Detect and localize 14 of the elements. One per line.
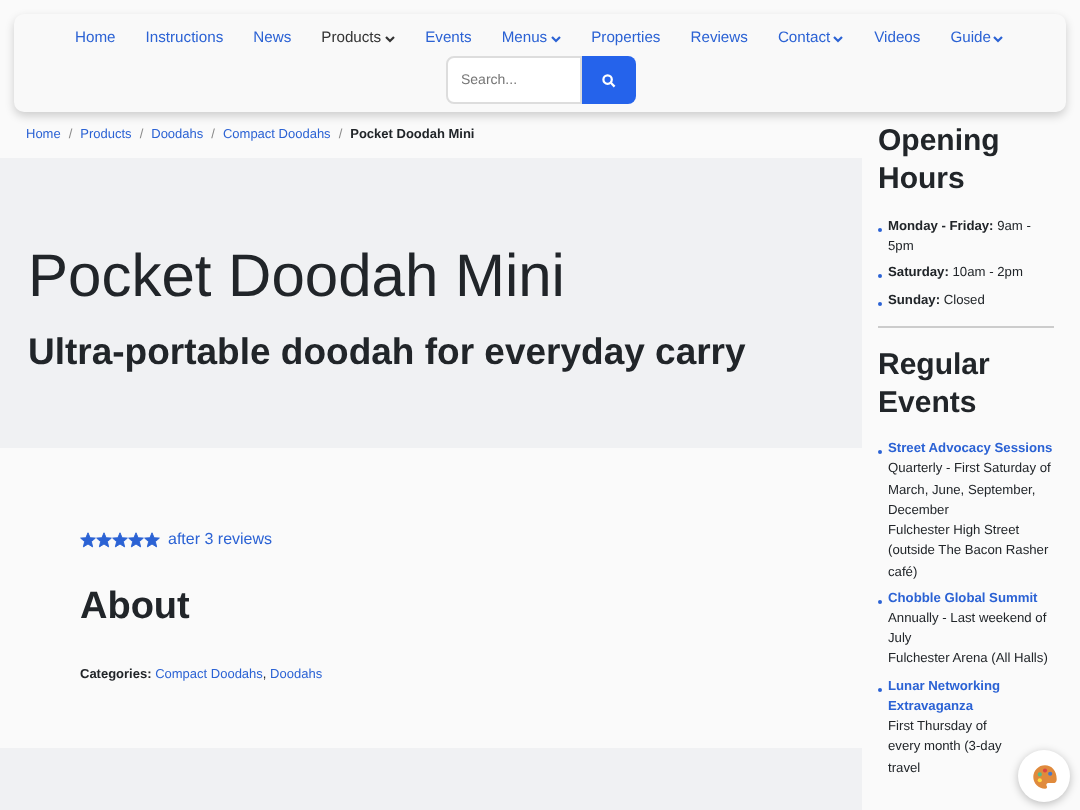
page-title: Pocket Doodah Mini — [28, 242, 567, 315]
palette-icon — [1031, 763, 1057, 789]
caret-icon — [992, 34, 1005, 44]
search-icon — [601, 73, 615, 88]
page-subtitle: Ultra-portable doodah for everyday carry — [28, 330, 748, 375]
sidebar-heading: Opening Hours — [878, 124, 1002, 200]
reviews-link[interactable]: after 3 reviews — [168, 528, 273, 553]
caret-icon — [549, 34, 562, 44]
section-heading: About — [80, 584, 192, 633]
cookie-button[interactable] — [1018, 750, 1070, 802]
caret-icon — [832, 34, 845, 44]
caret-icon — [383, 34, 396, 44]
search-button[interactable] — [581, 56, 635, 105]
sidebar-heading: Regular Events — [878, 347, 992, 423]
